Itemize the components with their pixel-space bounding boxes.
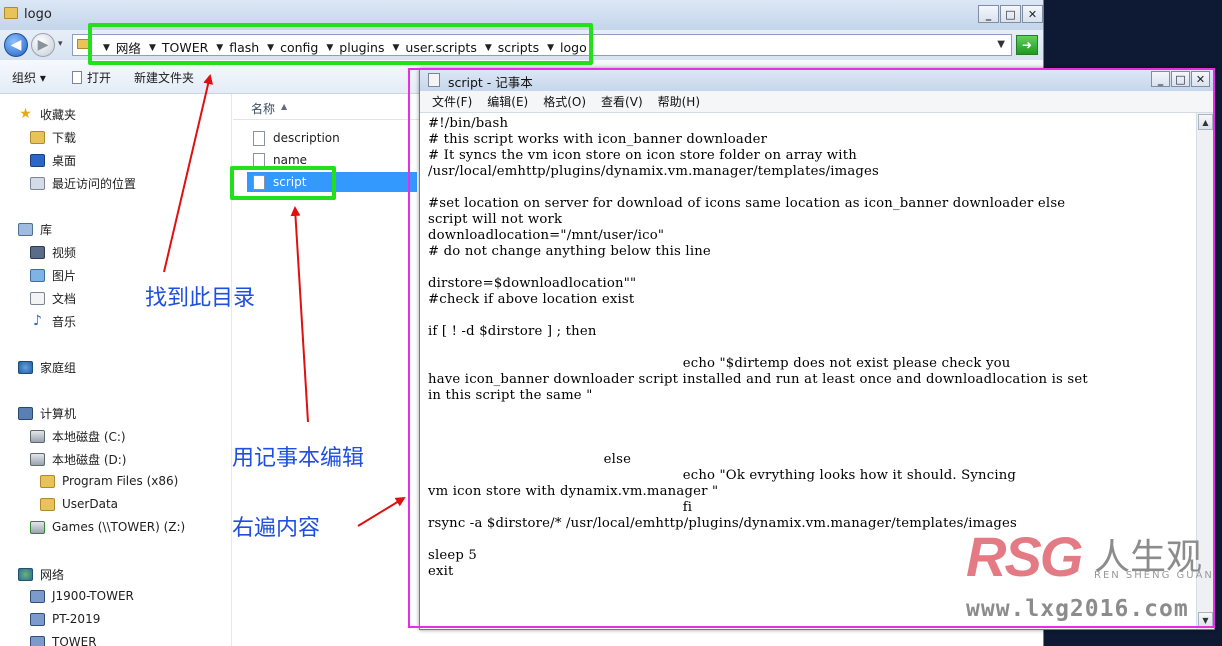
navigation-pane: ★ 收藏夹 下载 桌面 最近访问的位置 库 视频 图片 文档 ♪ 音乐 家庭组 计算… [0, 94, 232, 646]
back-button[interactable]: ◀ [4, 33, 28, 57]
watermark-brand: RSG [966, 525, 1083, 588]
folder-icon [4, 7, 18, 19]
annotation-right-content: 右遍内容 [232, 516, 321, 541]
file-row-description[interactable]: description [247, 128, 417, 148]
history-dropdown-icon[interactable]: ▾ [58, 39, 63, 49]
nav-label: 视频 [52, 246, 77, 260]
computer-icon [18, 407, 33, 420]
network-computer-icon [30, 635, 45, 646]
window-title: logo [24, 7, 52, 22]
network-drive-icon [30, 520, 45, 534]
nav-label: UserData [62, 497, 119, 511]
open-button[interactable]: 打开 [72, 69, 111, 86]
refresh-icon: ➜ [1021, 38, 1033, 52]
nav-host-tower[interactable]: TOWER [30, 635, 97, 646]
window-controls: _ □ ✕ [977, 5, 1043, 23]
nav-label: 桌面 [52, 154, 77, 168]
nav-label: Games (\\TOWER) (Z:) [52, 520, 186, 534]
nav-libraries[interactable]: 库 [18, 221, 52, 238]
nav-computer[interactable]: 计算机 [18, 405, 76, 422]
nav-label: Program Files (x86) [62, 474, 179, 488]
nav-drive-d[interactable]: 本地磁盘 (D:) [30, 451, 126, 468]
forward-button[interactable]: ▶ [31, 33, 55, 57]
file-name: name [273, 153, 308, 167]
address-dropdown-icon[interactable]: ▼ [997, 39, 1005, 50]
nav-label: 图片 [52, 269, 77, 283]
nav-label: TOWER [52, 635, 97, 646]
watermark-sub: REN SHENG GUAN [1094, 570, 1214, 581]
nav-network-drive[interactable]: Games (\\TOWER) (Z:) [30, 520, 185, 534]
recent-places-icon [30, 177, 45, 190]
nav-program-files[interactable]: Program Files (x86) [40, 474, 178, 488]
network-computer-icon [30, 589, 45, 603]
nav-label: 本地磁盘 (C:) [52, 430, 126, 444]
file-name: description [273, 131, 340, 145]
new-folder-button[interactable]: 新建文件夹 [134, 69, 194, 86]
refresh-button[interactable]: ➜ [1016, 35, 1038, 55]
column-name-header[interactable]: 名称 [251, 100, 275, 117]
network-icon [18, 568, 33, 581]
nav-label: 计算机 [40, 407, 77, 421]
nav-recent[interactable]: 最近访问的位置 [30, 175, 136, 192]
document-icon [72, 71, 82, 84]
watermark-logo: RSG 人生观 REN SHENG GUAN www.lxg2016.com [966, 520, 1222, 646]
nav-label: 家庭组 [40, 361, 77, 375]
nav-label: 库 [40, 223, 53, 237]
nav-label: PT-2019 [52, 612, 101, 626]
nav-host-pt2019[interactable]: PT-2019 [30, 612, 100, 626]
annotation-find-dir: 找到此目录 [145, 286, 256, 311]
drive-icon [30, 453, 45, 466]
minimize-button[interactable]: _ [978, 5, 999, 23]
nav-userdata[interactable]: UserData [40, 497, 118, 511]
maximize-button[interactable]: □ [1000, 5, 1021, 23]
file-icon [253, 130, 265, 146]
folder-icon [40, 497, 55, 511]
nav-network[interactable]: 网络 [18, 566, 64, 583]
nav-label: 收藏夹 [40, 108, 77, 122]
sort-ascending-icon: ▲ [281, 102, 288, 111]
desktop-icon [30, 154, 45, 167]
nav-label: 网络 [40, 568, 65, 582]
nav-music[interactable]: ♪ 音乐 [30, 313, 76, 330]
organize-button[interactable]: 组织 ▾ [12, 69, 46, 86]
nav-label: 文档 [52, 292, 77, 306]
nav-downloads[interactable]: 下载 [30, 129, 76, 146]
library-icon [18, 223, 33, 236]
downloads-folder-icon [30, 131, 45, 144]
address-highlight-box [88, 23, 593, 65]
nav-homegroup[interactable]: 家庭组 [18, 359, 76, 376]
documents-icon [30, 292, 45, 305]
video-icon [30, 246, 45, 259]
network-computer-icon [30, 612, 45, 626]
star-icon: ★ [19, 106, 32, 122]
arrow-right-icon: ▶ [37, 37, 49, 53]
nav-documents[interactable]: 文档 [30, 290, 76, 307]
watermark-url: www.lxg2016.com [966, 596, 1189, 622]
nav-label: J1900-TOWER [52, 589, 134, 603]
nav-label: 最近访问的位置 [52, 177, 137, 191]
homegroup-icon [18, 361, 33, 374]
arrow-left-icon: ◀ [10, 37, 22, 53]
close-button[interactable]: ✕ [1022, 5, 1043, 23]
drive-icon [30, 430, 45, 443]
nav-label: 本地磁盘 (D:) [52, 453, 127, 467]
annotation-edit-notepad: 用记事本编辑 [232, 446, 365, 471]
nav-desktop[interactable]: 桌面 [30, 152, 76, 169]
music-note-icon: ♪ [33, 313, 42, 329]
nav-favorites[interactable]: ★ 收藏夹 [18, 106, 76, 123]
nav-videos[interactable]: 视频 [30, 244, 76, 261]
nav-drive-c[interactable]: 本地磁盘 (C:) [30, 428, 126, 445]
nav-label: 下载 [52, 131, 77, 145]
folder-icon [40, 474, 55, 488]
open-label: 打开 [87, 71, 112, 85]
picture-icon [30, 269, 45, 282]
file-highlight-box [230, 166, 336, 200]
nav-label: 音乐 [52, 315, 77, 329]
nav-pictures[interactable]: 图片 [30, 267, 76, 284]
nav-host-j1900[interactable]: J1900-TOWER [30, 589, 134, 603]
